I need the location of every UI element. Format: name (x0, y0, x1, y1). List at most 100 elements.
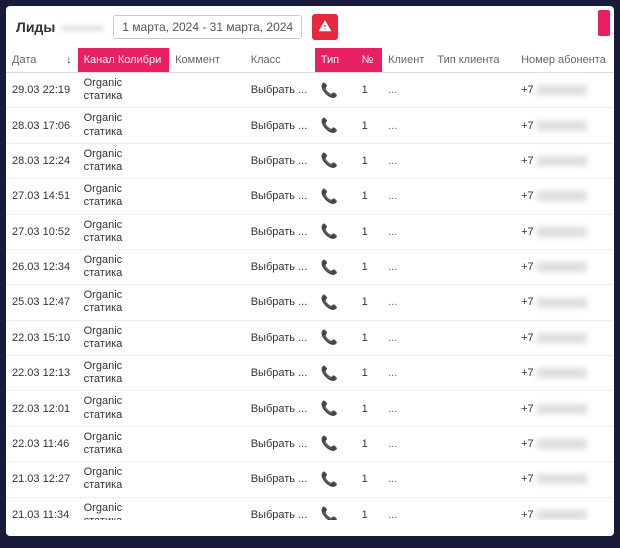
cell-no: 1 (356, 143, 383, 178)
cell-sub-number: +7 (515, 73, 614, 108)
cell-date: 27.03 14:51 (6, 179, 78, 214)
cell-no: 1 (356, 497, 383, 520)
cell-class[interactable]: Выбрать ... (245, 356, 315, 391)
phone-icon: 📞 (321, 506, 338, 520)
table-row[interactable]: 22.03 12:01OrganicстатикаВыбрать ...📞1..… (6, 391, 614, 426)
alert-button[interactable] (312, 14, 338, 40)
cell-comment (169, 108, 245, 143)
cell-client-type (431, 73, 515, 108)
cell-class[interactable]: Выбрать ... (245, 179, 315, 214)
cell-no: 1 (356, 285, 383, 320)
cell-comment (169, 497, 245, 520)
table-row[interactable]: 28.03 12:24OrganicстатикаВыбрать ...📞1..… (6, 143, 614, 178)
date-range-picker[interactable]: 1 марта, 2024 - 31 марта, 2024 (113, 15, 302, 39)
title-text: Лиды (16, 19, 55, 35)
cell-type: 📞 (315, 356, 356, 391)
col-client-type[interactable]: Тип клиента (431, 48, 515, 73)
table-row[interactable]: 25.03 12:47OrganicстатикаВыбрать ...📞1..… (6, 285, 614, 320)
cell-channel: Organicстатика (78, 179, 170, 214)
col-sub-number[interactable]: Номер абонента (515, 48, 614, 73)
cell-client-type (431, 143, 515, 178)
cell-client-type (431, 108, 515, 143)
phone-icon: 📞 (321, 223, 338, 239)
cell-type: 📞 (315, 285, 356, 320)
table-row[interactable]: 28.03 17:06OrganicстатикаВыбрать ...📞1..… (6, 108, 614, 143)
alert-icon (318, 19, 332, 36)
cell-client: ... (382, 249, 431, 284)
cell-sub-number: +7 (515, 391, 614, 426)
phone-icon: 📞 (321, 329, 338, 345)
cell-comment (169, 426, 245, 461)
cell-class[interactable]: Выбрать ... (245, 108, 315, 143)
title-blur: ——— (61, 19, 103, 35)
cell-date: 22.03 15:10 (6, 320, 78, 355)
cell-date: 28.03 17:06 (6, 108, 78, 143)
table-row[interactable]: 21.03 11:34OrganicстатикаВыбрать ...📞1..… (6, 497, 614, 520)
table-row[interactable]: 21.03 12:27OrganicстатикаВыбрать ...📞1..… (6, 462, 614, 497)
cell-no: 1 (356, 179, 383, 214)
col-date[interactable]: Дата (6, 48, 78, 73)
cell-no: 1 (356, 391, 383, 426)
cell-type: 📞 (315, 143, 356, 178)
col-type[interactable]: Тип (315, 48, 356, 73)
phone-icon: 📞 (321, 294, 338, 310)
cell-type: 📞 (315, 108, 356, 143)
cell-class[interactable]: Выбрать ... (245, 73, 315, 108)
col-no[interactable]: № (356, 48, 383, 73)
cell-type: 📞 (315, 426, 356, 461)
cell-date: 21.03 12:27 (6, 462, 78, 497)
cell-class[interactable]: Выбрать ... (245, 462, 315, 497)
cell-sub-number: +7 (515, 320, 614, 355)
page-title: Лиды ——— (16, 19, 103, 35)
table-row[interactable]: 26.03 12:34OrganicстатикаВыбрать ...📞1..… (6, 249, 614, 284)
table-row[interactable]: 22.03 12:13OrganicстатикаВыбрать ...📞1..… (6, 356, 614, 391)
cell-client: ... (382, 285, 431, 320)
table-row[interactable]: 29.03 22:19OrganicстатикаВыбрать ...📞1..… (6, 73, 614, 108)
phone-icon: 📞 (321, 365, 338, 381)
cell-comment (169, 249, 245, 284)
table-row[interactable]: 22.03 15:10OrganicстатикаВыбрать ...📞1..… (6, 320, 614, 355)
cell-no: 1 (356, 426, 383, 461)
cell-class[interactable]: Выбрать ... (245, 320, 315, 355)
cell-class[interactable]: Выбрать ... (245, 214, 315, 249)
cell-no: 1 (356, 356, 383, 391)
cell-client-type (431, 462, 515, 497)
cell-comment (169, 179, 245, 214)
table-row[interactable]: 22.03 11:46OrganicстатикаВыбрать ...📞1..… (6, 426, 614, 461)
cell-client: ... (382, 143, 431, 178)
cell-channel: Organicстатика (78, 214, 170, 249)
col-channel[interactable]: Канал Колибри (78, 48, 170, 73)
cell-no: 1 (356, 249, 383, 284)
cell-class[interactable]: Выбрать ... (245, 285, 315, 320)
cell-type: 📞 (315, 391, 356, 426)
header-bar: Лиды ——— 1 марта, 2024 - 31 марта, 2024 (6, 6, 614, 48)
cell-comment (169, 143, 245, 178)
cell-comment (169, 73, 245, 108)
side-toggle[interactable] (598, 10, 610, 36)
col-client[interactable]: Клиент (382, 48, 431, 73)
phone-icon: 📞 (321, 259, 338, 275)
table-row[interactable]: 27.03 14:51OrganicстатикаВыбрать ...📞1..… (6, 179, 614, 214)
cell-class[interactable]: Выбрать ... (245, 391, 315, 426)
cell-class[interactable]: Выбрать ... (245, 497, 315, 520)
cell-type: 📞 (315, 462, 356, 497)
cell-no: 1 (356, 462, 383, 497)
cell-no: 1 (356, 108, 383, 143)
cell-no: 1 (356, 73, 383, 108)
phone-icon: 📞 (321, 152, 338, 168)
cell-class[interactable]: Выбрать ... (245, 249, 315, 284)
cell-client-type (431, 214, 515, 249)
cell-client-type (431, 249, 515, 284)
cell-no: 1 (356, 214, 383, 249)
col-comment[interactable]: Коммент (169, 48, 245, 73)
cell-comment (169, 320, 245, 355)
cell-client: ... (382, 426, 431, 461)
phone-icon: 📞 (321, 400, 338, 416)
col-class[interactable]: Класс (245, 48, 315, 73)
table-row[interactable]: 27.03 10:52OrganicстатикаВыбрать ...📞1..… (6, 214, 614, 249)
cell-class[interactable]: Выбрать ... (245, 426, 315, 461)
cell-no: 1 (356, 320, 383, 355)
cell-channel: Organicстатика (78, 391, 170, 426)
cell-type: 📞 (315, 73, 356, 108)
cell-class[interactable]: Выбрать ... (245, 143, 315, 178)
